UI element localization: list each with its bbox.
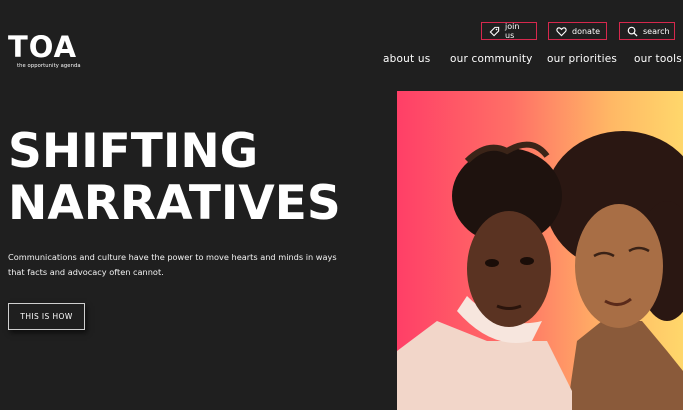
donate-button[interactable]: donate bbox=[548, 22, 607, 40]
nav-our-tools[interactable]: our tools bbox=[634, 53, 682, 65]
person-left-shirt bbox=[397, 321, 572, 410]
hero-title-line-2: NARRATIVES bbox=[8, 176, 341, 231]
logo[interactable]: TOA the opportunity agenda bbox=[8, 30, 92, 70]
nav-our-priorities[interactable]: our priorities bbox=[547, 53, 617, 65]
hero-description: Communications and culture have the powe… bbox=[8, 252, 337, 277]
this-is-how-button[interactable]: THIS IS HOW bbox=[8, 303, 85, 330]
logo-mark: TOA bbox=[8, 30, 92, 64]
search-label: search bbox=[643, 26, 670, 36]
join-us-label: join us bbox=[505, 22, 520, 40]
person-left-eye-right bbox=[520, 257, 534, 265]
nav-about-us[interactable]: about us bbox=[383, 53, 430, 65]
person-left-eye-left bbox=[485, 259, 499, 267]
hero-image bbox=[397, 91, 683, 410]
join-us-button[interactable]: join us bbox=[481, 22, 537, 40]
nav-our-community[interactable]: our community bbox=[450, 53, 533, 65]
hero-title-line-1: SHIFTING bbox=[8, 124, 259, 179]
heart-icon bbox=[556, 26, 567, 37]
tag-icon bbox=[489, 26, 500, 37]
person-right-body bbox=[567, 321, 683, 410]
logo-text: TOA bbox=[8, 30, 78, 64]
logo-tagline: the opportunity agenda bbox=[17, 63, 81, 69]
hero-illustration bbox=[397, 131, 683, 410]
donate-label: donate bbox=[572, 26, 601, 36]
hero-title: SHIFTING NARRATIVES bbox=[8, 126, 341, 230]
search-button[interactable]: search bbox=[619, 22, 675, 40]
person-right-face bbox=[575, 204, 663, 328]
search-icon bbox=[627, 26, 638, 37]
